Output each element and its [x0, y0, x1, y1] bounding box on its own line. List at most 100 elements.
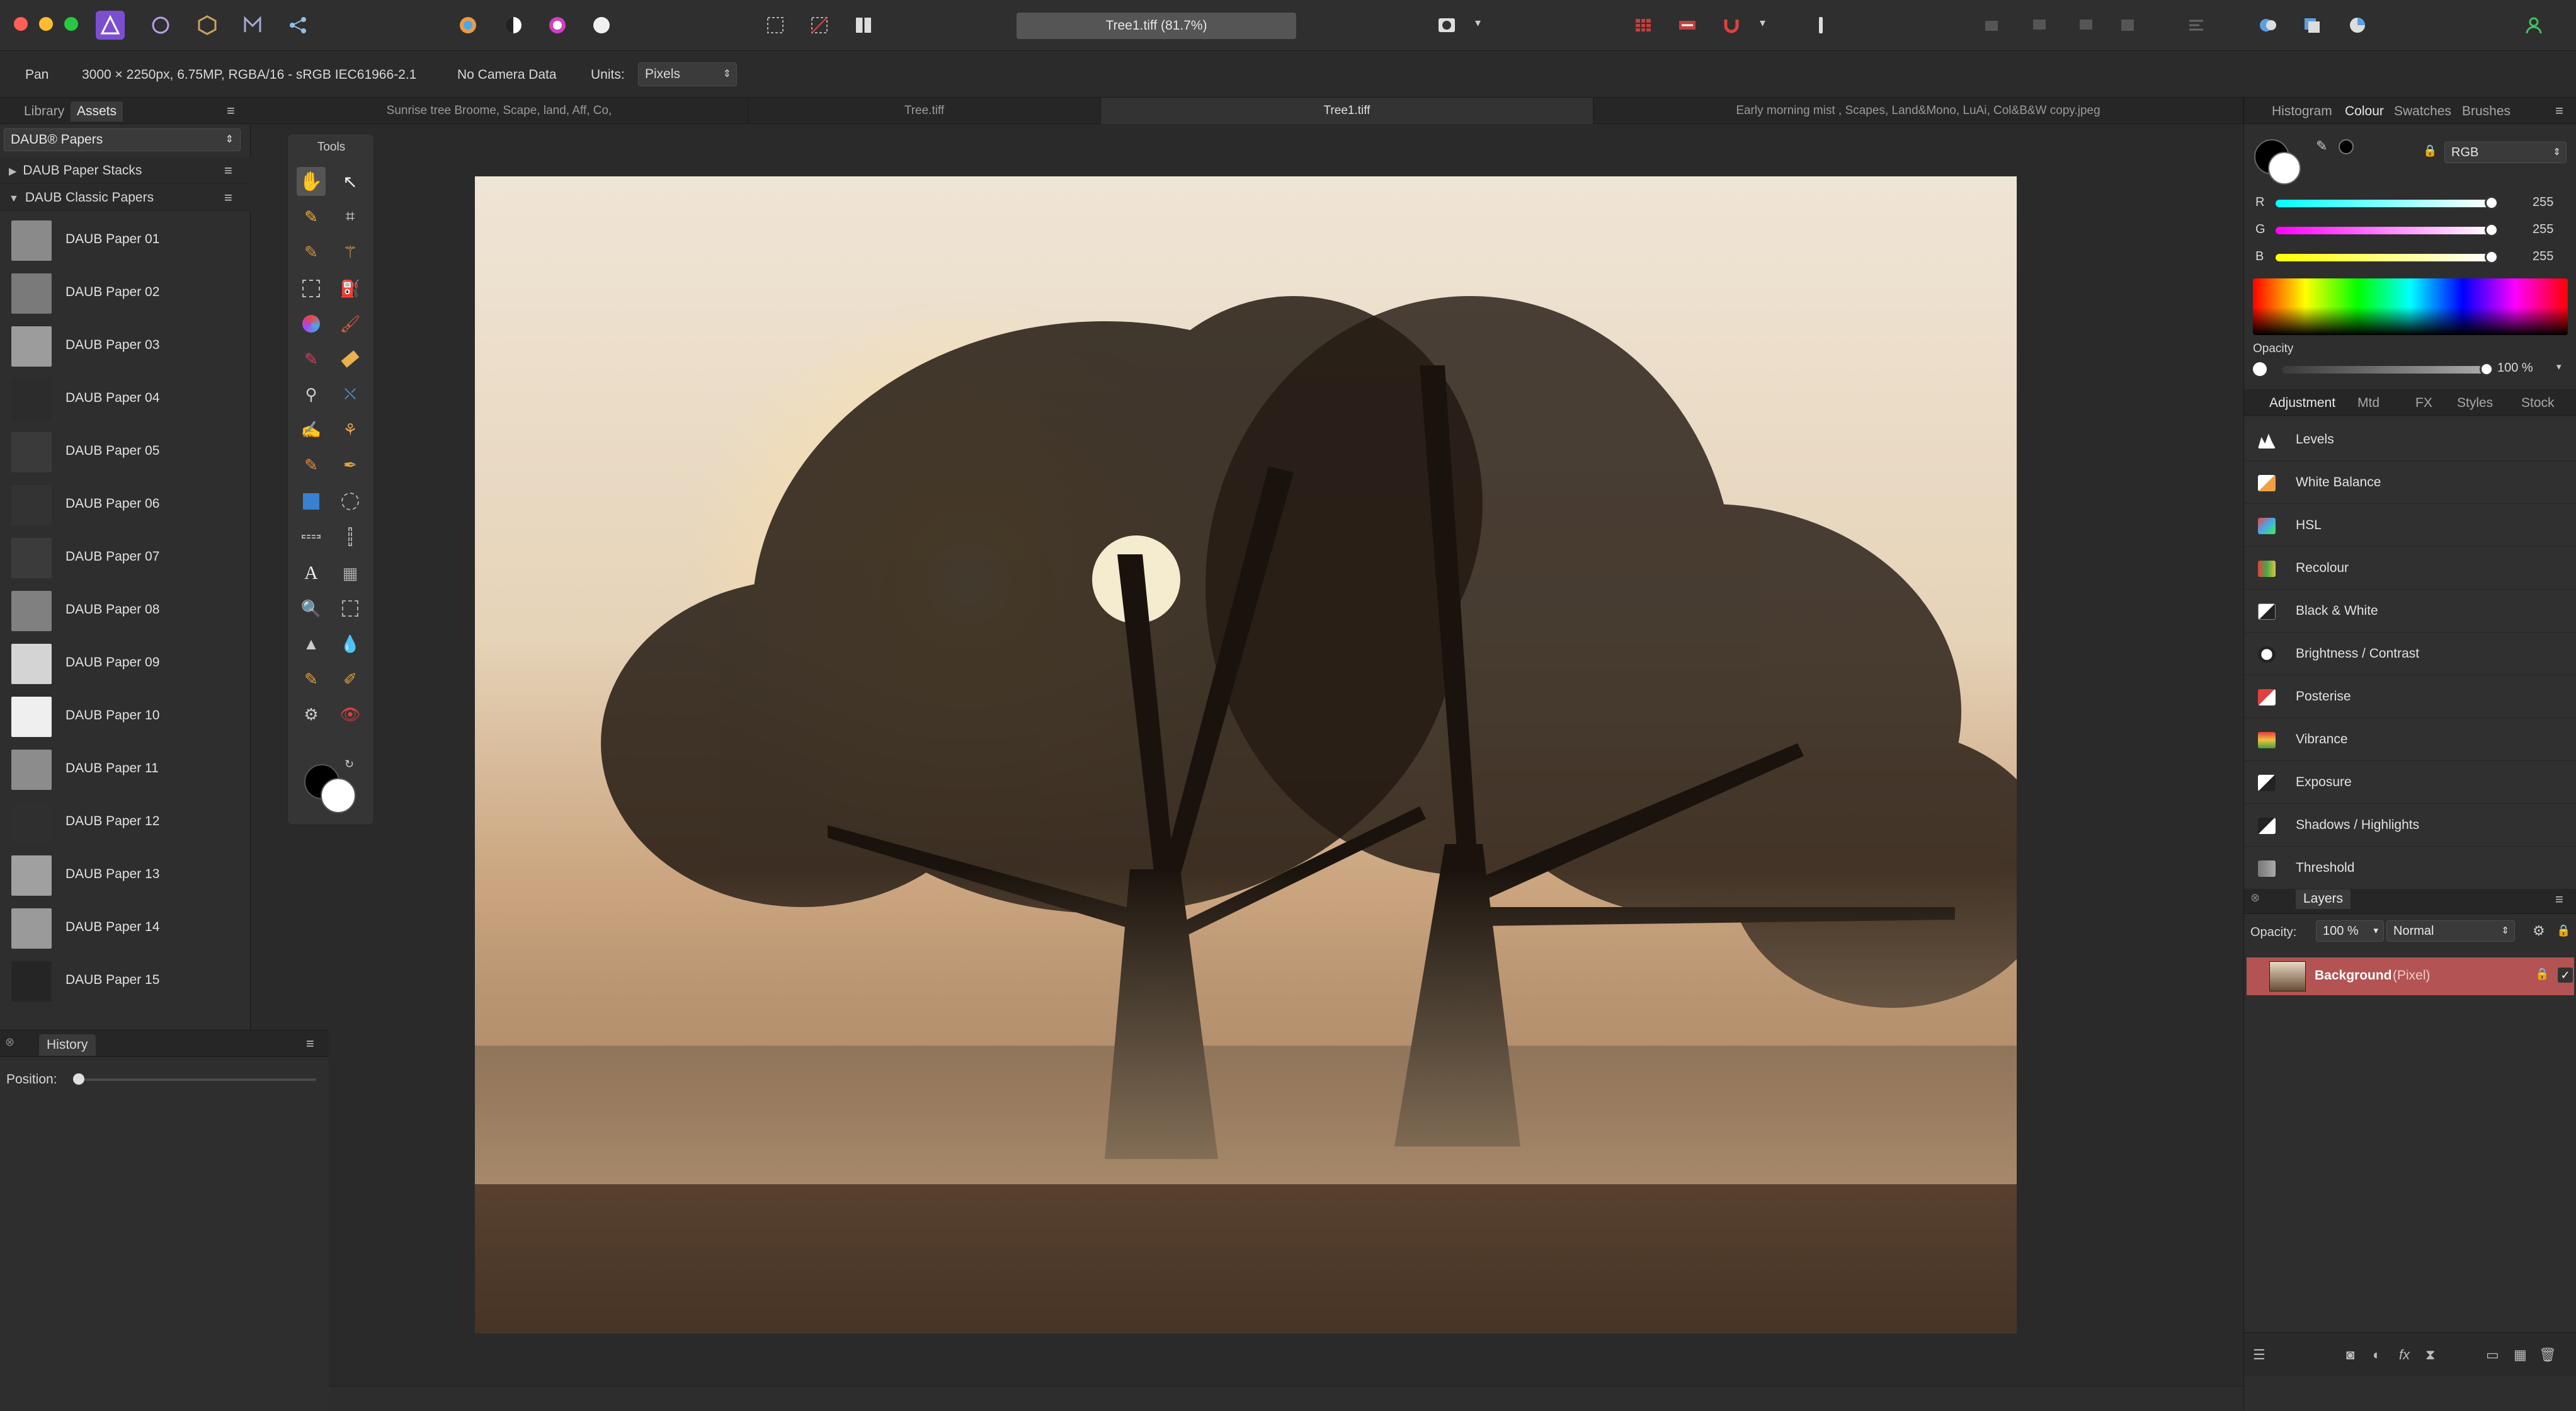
- tab-colour[interactable]: Colour: [2345, 104, 2384, 119]
- red-eye-tool-icon[interactable]: 👁: [336, 700, 365, 729]
- erase-tool-icon[interactable]: [336, 345, 365, 374]
- healing-brush-tool-icon[interactable]: ✎: [297, 665, 326, 694]
- doc-tab-early-morning-mist[interactable]: Early morning mist , Scapes, Land&Mono, …: [1593, 98, 2243, 124]
- arrange-forward-icon[interactable]: [2071, 11, 2100, 40]
- list-item[interactable]: DAUB Paper 13: [0, 847, 251, 900]
- photo-persona-icon[interactable]: [96, 11, 125, 40]
- list-item[interactable]: DAUB Paper 07: [0, 529, 251, 582]
- channel-value[interactable]: 255: [2533, 249, 2553, 264]
- colour-swatch-fg-bg-icon[interactable]: [2254, 137, 2305, 187]
- quick-mask-dropdown-icon[interactable]: ▾: [1475, 16, 1481, 30]
- paper-thumbnail[interactable]: [11, 803, 52, 843]
- layer-opacity-select[interactable]: 100 % ▾: [2316, 920, 2384, 942]
- sharpen-tool-icon[interactable]: ▲: [297, 629, 326, 658]
- slider-knob[interactable]: [2485, 250, 2499, 264]
- assistant-icon[interactable]: [1673, 11, 1702, 40]
- disclosure-down-icon[interactable]: ▼: [9, 193, 19, 204]
- white-balance-toolbar-icon[interactable]: [587, 11, 616, 40]
- adjustment-recolour[interactable]: Recolour: [2244, 547, 2576, 590]
- list-item[interactable]: DAUB Paper 11: [0, 741, 251, 794]
- paper-thumbnail[interactable]: [11, 750, 52, 790]
- slider-knob[interactable]: [2485, 223, 2499, 237]
- paper-thumbnail[interactable]: [11, 273, 52, 314]
- panel-menu-icon[interactable]: ≡: [2555, 103, 2563, 119]
- doc-tab-sunrise[interactable]: Sunrise tree Broome, Scape, land, Aff, C…: [251, 98, 748, 124]
- paper-thumbnail[interactable]: [11, 379, 52, 420]
- units-select[interactable]: Pixels ⇕: [638, 62, 737, 86]
- history-position-knob[interactable]: [73, 1073, 84, 1085]
- paper-thumbnail[interactable]: [11, 485, 52, 525]
- document-info[interactable]: 3000 × 2250px, 6.75MP, RGBA/16 - sRGB IE…: [82, 67, 416, 83]
- list-item[interactable]: DAUB Paper 08: [0, 582, 251, 635]
- paint-brush-stroke-icon[interactable]: [1806, 11, 1835, 40]
- layer-visibility-checkbox[interactable]: ✓: [2558, 968, 2573, 983]
- tab-adjustment[interactable]: Adjustment: [2269, 396, 2335, 411]
- add-group-folder-icon[interactable]: ▭: [2486, 1347, 2502, 1363]
- colour-replacement-tool-icon[interactable]: ✎: [297, 345, 326, 374]
- layer-lock-icon[interactable]: 🔒: [2556, 924, 2570, 937]
- blend-mode-select[interactable]: Normal ⇕: [2386, 920, 2515, 942]
- list-item[interactable]: DAUB Paper 04: [0, 370, 251, 423]
- studio-link-icon[interactable]: [2254, 11, 2282, 40]
- history-position-slider[interactable]: [77, 1078, 316, 1081]
- close-panel-icon[interactable]: ⊗: [2250, 891, 2260, 905]
- layer-locked-icon[interactable]: 🔒: [2535, 968, 2549, 981]
- marquee-tool-icon[interactable]: [297, 274, 326, 303]
- zoom-tool-icon[interactable]: 🔍: [297, 594, 326, 623]
- list-item[interactable]: DAUB Paper 01: [0, 212, 251, 265]
- paper-thumbnail[interactable]: [11, 538, 52, 578]
- list-item[interactable]: DAUB Paper 10: [0, 688, 251, 741]
- patch-tool-icon[interactable]: ✐: [336, 665, 365, 694]
- quick-mask-icon[interactable]: [1432, 11, 1461, 40]
- dodge-tool-icon[interactable]: ⚲: [297, 380, 326, 409]
- slider-red[interactable]: R 255: [2250, 193, 2572, 212]
- adjustment-posterise[interactable]: Posterise: [2244, 675, 2576, 718]
- slider-knob[interactable]: [2485, 196, 2499, 210]
- text-tool-icon[interactable]: A: [297, 559, 326, 588]
- document-canvas-photo[interactable]: [475, 176, 2017, 1334]
- paper-thumbnail[interactable]: [11, 591, 52, 631]
- slider-blue[interactable]: B 255: [2250, 248, 2572, 266]
- list-item[interactable]: DAUB Paper 06: [0, 476, 251, 529]
- channel-value[interactable]: 255: [2533, 222, 2553, 237]
- adjustment-exposure[interactable]: Exposure: [2244, 761, 2576, 804]
- deselect-icon[interactable]: [805, 11, 834, 40]
- colour-picker-tool-icon[interactable]: ✎: [297, 202, 326, 231]
- flood-fill-tool-icon[interactable]: ⛽: [336, 274, 365, 303]
- flood-select-tool-icon[interactable]: ⚚: [336, 237, 365, 266]
- panel-menu-icon[interactable]: ≡: [2555, 891, 2563, 908]
- list-item[interactable]: DAUB Paper 05: [0, 423, 251, 476]
- opacity-value[interactable]: 100 %: [2497, 361, 2533, 375]
- tab-library[interactable]: Library: [24, 104, 64, 119]
- doc-tab-tree1[interactable]: Tree1.tiff: [1101, 98, 1593, 124]
- add-pixel-layer-icon[interactable]: ▦: [2514, 1347, 2530, 1363]
- opacity-dropdown-icon[interactable]: ▾: [2556, 361, 2562, 372]
- snapping-grid-icon[interactable]: [1629, 11, 1658, 40]
- list-item[interactable]: DAUB Paper 02: [0, 265, 251, 317]
- adjustment-vibrance[interactable]: Vibrance: [2244, 718, 2576, 761]
- adjustment-black-white[interactable]: Black & White: [2244, 590, 2576, 632]
- freehand-select-tool-icon[interactable]: [336, 594, 365, 623]
- horizontal-scrollbar[interactable]: [329, 1386, 2247, 1411]
- move-tool-icon[interactable]: ↖: [336, 167, 365, 196]
- add-mask-icon[interactable]: ◙: [2346, 1347, 2362, 1363]
- adjustment-threshold[interactable]: Threshold: [2244, 847, 2576, 889]
- paint-brush-tool-icon[interactable]: 🖌: [336, 309, 365, 338]
- swap-colours-icon[interactable]: ↻: [345, 758, 354, 771]
- export-persona-icon[interactable]: [283, 11, 312, 40]
- minimize-window-button[interactable]: [39, 17, 53, 31]
- eyedropper-icon[interactable]: ✎: [2316, 138, 2327, 154]
- slider-track[interactable]: [2276, 254, 2491, 261]
- tab-histogram[interactable]: Histogram: [2272, 104, 2332, 119]
- colour-spectrum[interactable]: [2253, 278, 2568, 335]
- slider-track[interactable]: [2276, 227, 2491, 234]
- group-paper-stacks[interactable]: ▶ DAUB Paper Stacks ≡: [0, 157, 251, 184]
- picked-colour-icon[interactable]: [2339, 139, 2354, 154]
- doc-tab-tree[interactable]: Tree.tiff: [748, 98, 1101, 124]
- tab-history[interactable]: History: [39, 1034, 96, 1056]
- tab-styles[interactable]: Styles: [2457, 396, 2493, 411]
- arrange-back-icon[interactable]: [1978, 11, 2007, 40]
- hue-icon[interactable]: [543, 11, 572, 40]
- pen-tool-icon[interactable]: ✒: [336, 450, 365, 479]
- paper-thumbnail[interactable]: [11, 697, 52, 737]
